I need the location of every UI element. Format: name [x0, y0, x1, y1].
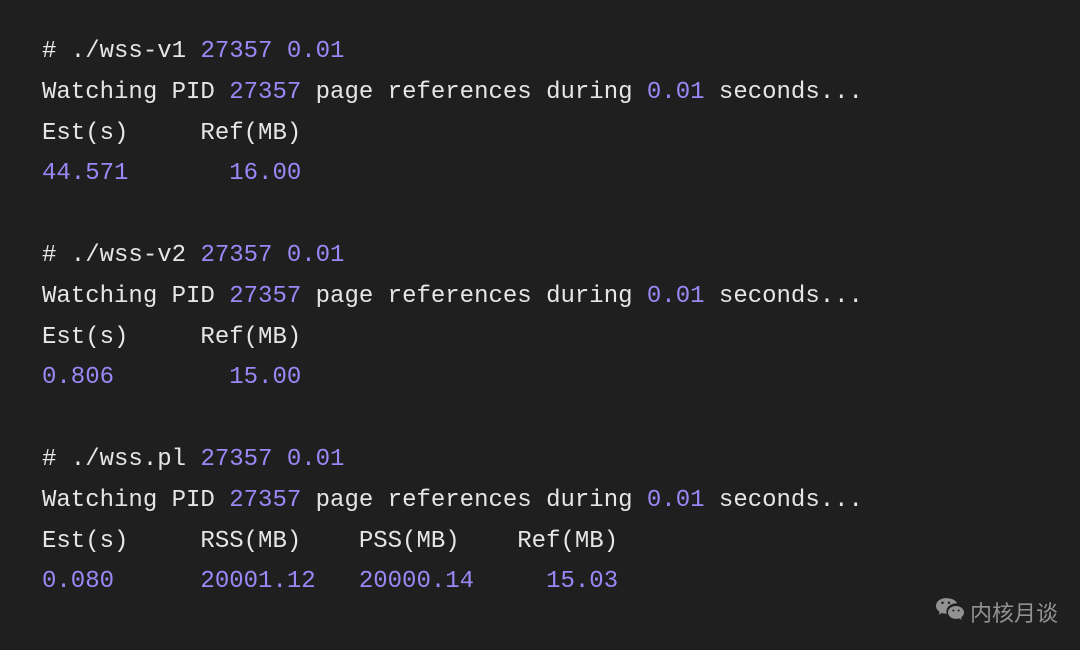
cmd-prefix: # ./wss-v2 [42, 242, 200, 269]
watermark: 内核月谈 [936, 596, 1058, 628]
watch-prefix: Watching PID [42, 79, 229, 106]
block-3: # ./wss.pl 27357 0.01 Watching PID 27357… [42, 446, 863, 595]
watch-mid: page references during [301, 283, 647, 310]
watermark-text: 内核月谈 [970, 596, 1058, 628]
watch-suffix: seconds... [705, 487, 863, 514]
cmd-args: 27357 0.01 [200, 38, 344, 65]
table-row: 44.571 16.00 [42, 160, 301, 187]
block-2: # ./wss-v2 27357 0.01 Watching PID 27357… [42, 242, 863, 391]
table-header: Est(s) Ref(MB) [42, 324, 301, 351]
table-header: Est(s) Ref(MB) [42, 120, 301, 147]
block-1: # ./wss-v1 27357 0.01 Watching PID 27357… [42, 38, 863, 187]
cmd-args: 27357 0.01 [200, 446, 344, 473]
watch-pid: 27357 [229, 283, 301, 310]
watch-mid: page references during [301, 487, 647, 514]
table-row: 0.806 15.00 [42, 364, 301, 391]
table-row: 0.080 20001.12 20000.14 15.03 [42, 568, 618, 595]
watch-prefix: Watching PID [42, 283, 229, 310]
terminal-output: # ./wss-v1 27357 0.01 Watching PID 27357… [0, 0, 1080, 635]
watch-dur: 0.01 [647, 487, 705, 514]
watch-pid: 27357 [229, 487, 301, 514]
cmd-prefix: # ./wss-v1 [42, 38, 200, 65]
table-header: Est(s) RSS(MB) PSS(MB) Ref(MB) [42, 528, 618, 555]
watch-dur: 0.01 [647, 283, 705, 310]
watch-pid: 27357 [229, 79, 301, 106]
watch-suffix: seconds... [705, 283, 863, 310]
cmd-prefix: # ./wss.pl [42, 446, 200, 473]
watch-mid: page references during [301, 79, 647, 106]
watch-dur: 0.01 [647, 79, 705, 106]
watch-suffix: seconds... [705, 79, 863, 106]
cmd-args: 27357 0.01 [200, 242, 344, 269]
watch-prefix: Watching PID [42, 487, 229, 514]
wechat-icon [936, 597, 964, 627]
